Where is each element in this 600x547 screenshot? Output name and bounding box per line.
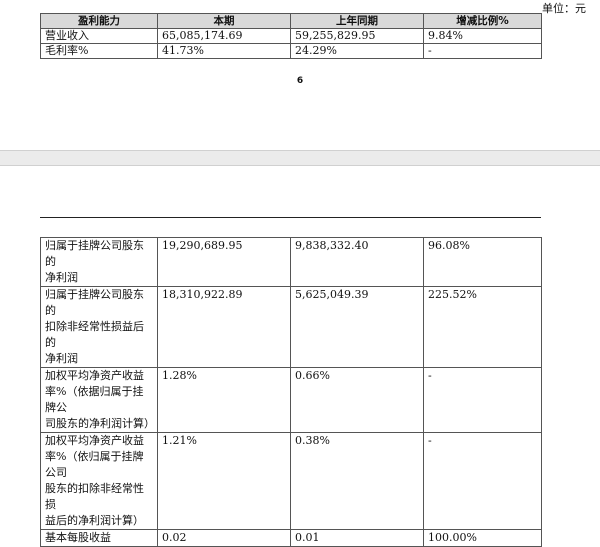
row-label-line: 归属于挂牌公司股东的 — [45, 288, 144, 317]
change-value: 100.00% — [423, 529, 542, 547]
current-value: 65,085,174.69 — [157, 28, 291, 44]
row-label: 毛利率% — [40, 43, 158, 59]
row-label: 归属于挂牌公司股东的 净利润 — [40, 237, 158, 287]
current-value: 1.21% — [157, 432, 291, 530]
row-label-line: 益后的净利润计算） — [45, 514, 144, 527]
change-value: 9.84% — [423, 28, 542, 44]
current-value: 41.73% — [157, 43, 291, 59]
header-cell: 增减比例% — [423, 13, 542, 29]
page-break-gap — [0, 150, 600, 166]
table-row: 归属于挂牌公司股东的 净利润 19,290,689.95 9,838,332.4… — [40, 237, 542, 287]
table-row: 加权平均净资产收益 率%（依据归属于挂牌公 司股东的净利润计算） 1.28% 0… — [40, 367, 542, 433]
row-label-line: 加权平均净资产收益 — [45, 369, 144, 382]
previous-value: 59,255,829.95 — [290, 28, 424, 44]
row-label-line: 归属于挂牌公司股东的 — [45, 239, 144, 268]
row-label: 基本每股收益 — [40, 529, 158, 547]
change-value: - — [423, 432, 542, 530]
row-label-line: 基本每股收益 — [45, 531, 111, 544]
page-number: 6 — [296, 76, 304, 86]
row-label: 营业收入 — [40, 28, 158, 44]
change-value: - — [423, 43, 542, 59]
previous-value: 0.01 — [290, 529, 424, 547]
current-value: 18,310,922.89 — [157, 286, 291, 368]
table-row: 加权平均净资产收益 率%（依归属于挂牌公司 股东的扣除非经常性损 益后的净利润计… — [40, 432, 542, 530]
profitability-continuation-table: 归属于挂牌公司股东的 净利润 19,290,689.95 9,838,332.4… — [40, 237, 542, 547]
change-value: 96.08% — [423, 237, 542, 287]
current-value: 0.02 — [157, 529, 291, 547]
table-row: 归属于挂牌公司股东的 扣除非经常性损益后的 净利润 18,310,922.89 … — [40, 286, 542, 368]
previous-value: 5,625,049.39 — [290, 286, 424, 368]
row-label-line: 股东的扣除非经常性损 — [45, 482, 144, 511]
table-header-row: 盈利能力 本期 上年同期 增减比例% — [40, 13, 542, 29]
row-label-line: 扣除非经常性损益后的 — [45, 320, 144, 349]
unit-label: 单位：元 — [542, 2, 586, 15]
row-label-line: 加权平均净资产收益 — [45, 434, 144, 447]
previous-value: 9,838,332.40 — [290, 237, 424, 287]
current-value: 1.28% — [157, 367, 291, 433]
current-value: 19,290,689.95 — [157, 237, 291, 287]
table-row: 营业收入 65,085,174.69 59,255,829.95 9.84% — [40, 28, 542, 44]
row-label-line: 率%（依据归属于挂牌公 — [45, 385, 144, 414]
previous-value: 24.29% — [290, 43, 424, 59]
page-top: 单位：元 盈利能力 本期 上年同期 增减比例% 营业收入 65,085,174.… — [0, 0, 600, 150]
previous-value: 0.38% — [290, 432, 424, 530]
change-value: - — [423, 367, 542, 433]
profitability-table: 盈利能力 本期 上年同期 增减比例% 营业收入 65,085,174.69 59… — [40, 13, 542, 59]
row-label-line: 司股东的净利润计算） — [45, 417, 155, 430]
row-label: 归属于挂牌公司股东的 扣除非经常性损益后的 净利润 — [40, 286, 158, 368]
change-value: 225.52% — [423, 286, 542, 368]
header-cell: 盈利能力 — [40, 13, 158, 29]
table-row: 基本每股收益 0.02 0.01 100.00% — [40, 529, 542, 547]
header-rule — [40, 217, 541, 218]
row-label: 加权平均净资产收益 率%（依归属于挂牌公司 股东的扣除非经常性损 益后的净利润计… — [40, 432, 158, 530]
previous-value: 0.66% — [290, 367, 424, 433]
header-cell: 上年同期 — [290, 13, 424, 29]
row-label-line: 净利润 — [45, 352, 78, 365]
table-row: 毛利率% 41.73% 24.29% - — [40, 43, 542, 59]
row-label-line: 净利润 — [45, 271, 78, 284]
header-cell: 本期 — [157, 13, 291, 29]
row-label-line: 率%（依归属于挂牌公司 — [45, 450, 144, 479]
row-label: 加权平均净资产收益 率%（依据归属于挂牌公 司股东的净利润计算） — [40, 367, 158, 433]
